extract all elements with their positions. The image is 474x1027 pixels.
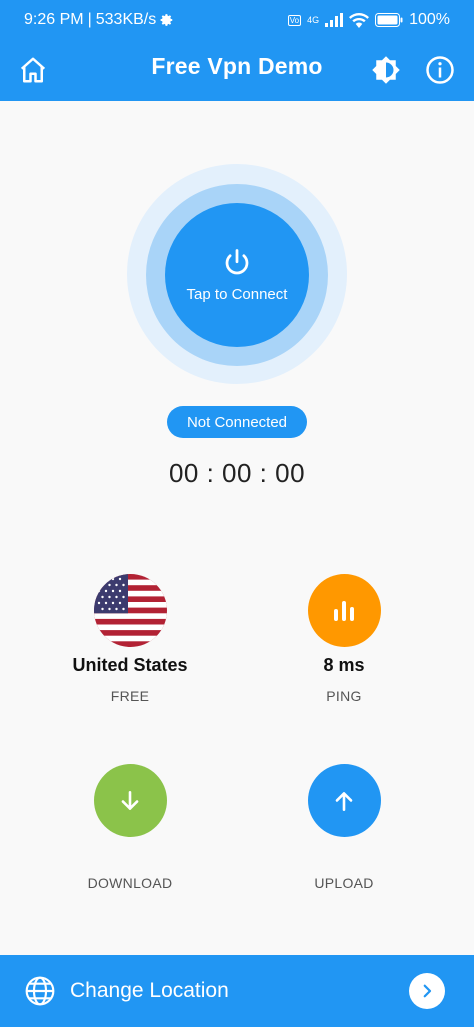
download-card: DOWNLOAD xyxy=(40,764,220,891)
arrow-down-icon xyxy=(121,790,139,810)
cell-signal-icon xyxy=(325,13,344,27)
ping-circle xyxy=(307,574,381,647)
wifi-icon xyxy=(349,12,370,28)
network-type: 4G xyxy=(307,15,320,25)
info-button[interactable] xyxy=(420,50,460,90)
battery-icon xyxy=(375,13,403,27)
app-bar: Free Vpn Demo xyxy=(0,40,474,101)
power-icon xyxy=(225,248,249,274)
theme-toggle-button[interactable] xyxy=(366,50,406,90)
volte-icon: Vo xyxy=(287,14,302,26)
change-location-label: Change Location xyxy=(70,979,229,1002)
country-name: United States xyxy=(72,655,188,675)
upload-label: UPLOAD xyxy=(314,875,374,891)
chevron-circle xyxy=(409,973,445,1009)
download-circle xyxy=(93,764,167,837)
upload-card: UPLOAD xyxy=(254,764,434,891)
ping-card: 8 ms PING xyxy=(254,574,434,704)
settings-icon xyxy=(160,14,173,26)
ping-label: PING xyxy=(326,688,362,704)
country-tier: FREE xyxy=(110,688,150,704)
us-flag-icon xyxy=(93,574,167,647)
status-bar: 9:26 PM | 533KB/s Vo 4G 100% xyxy=(24,11,450,28)
connection-status-badge: Not Connected xyxy=(167,406,307,438)
globe-icon xyxy=(25,976,55,1006)
status-time: 9:26 PM xyxy=(24,11,84,28)
change-location-button[interactable]: Change Location xyxy=(0,955,474,1027)
battery-level: 100% xyxy=(409,11,450,28)
signal-bars-icon xyxy=(334,600,354,621)
connect-button[interactable]: Tap to Connect xyxy=(165,203,309,347)
top-bar: 9:26 PM | 533KB/s Vo 4G 100% Free Vpn De… xyxy=(0,0,474,101)
download-label: DOWNLOAD xyxy=(87,875,173,891)
brightness-icon xyxy=(372,56,400,84)
arrow-up-icon xyxy=(335,791,353,811)
status-speed: 533KB/s xyxy=(95,11,157,28)
connection-timer: 00 : 00 : 00 xyxy=(168,458,306,488)
chevron-right-icon xyxy=(423,984,432,998)
info-icon xyxy=(426,56,454,84)
upload-circle xyxy=(307,764,381,837)
ping-value: 8 ms xyxy=(323,655,365,675)
connect-label: Tap to Connect xyxy=(186,285,288,303)
country-card: United States FREE xyxy=(40,574,220,704)
